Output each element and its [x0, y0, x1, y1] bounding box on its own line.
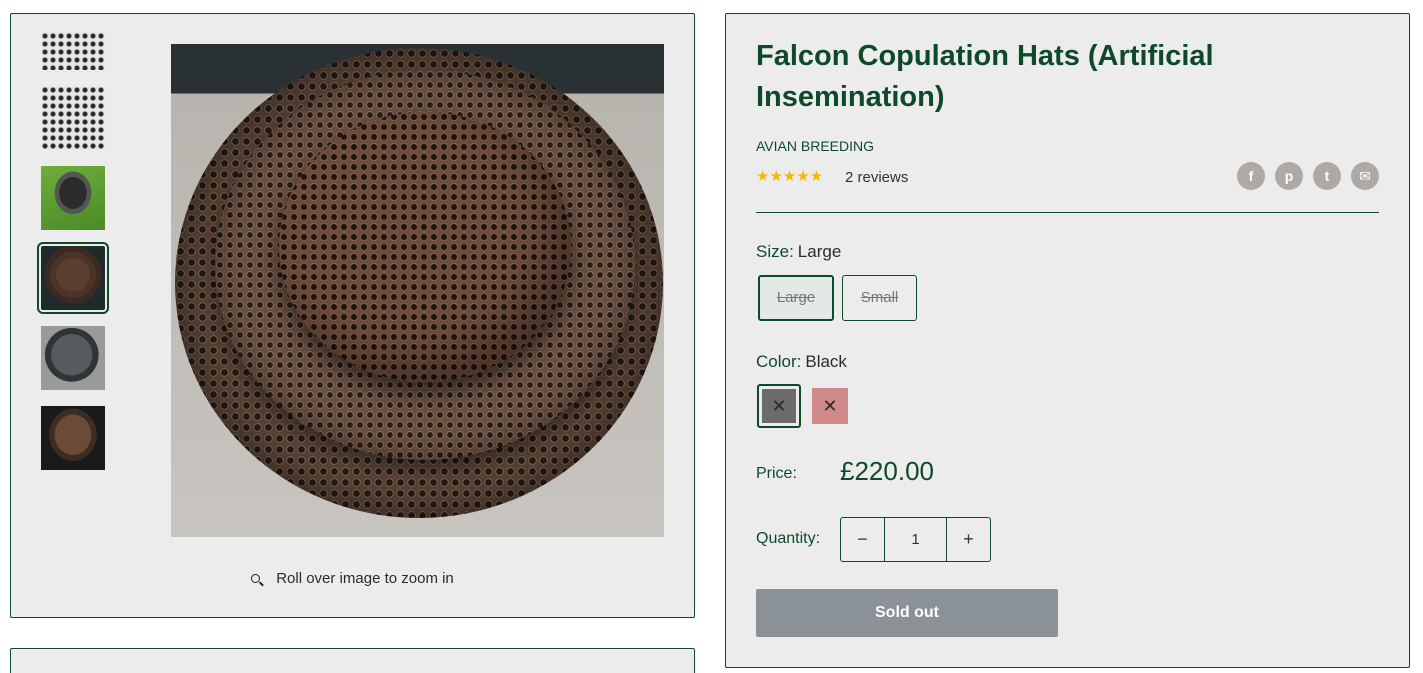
- color-swatch-black[interactable]: ✕: [757, 384, 801, 428]
- size-option-large[interactable]: Large: [758, 275, 834, 321]
- thumbnail-1[interactable]: [41, 32, 105, 70]
- email-icon[interactable]: ✉: [1351, 162, 1379, 190]
- thumbnail-5[interactable]: [41, 326, 105, 390]
- vendor-link[interactable]: AVIAN BREEDING: [756, 138, 874, 154]
- twitter-icon[interactable]: t: [1313, 162, 1341, 190]
- product-title: Falcon Copulation Hats (Artificial Insem…: [756, 40, 1214, 113]
- size-label-text: Size:: [756, 242, 794, 261]
- rating-stars[interactable]: ★★★★★: [756, 167, 823, 185]
- quantity-label: Quantity:: [756, 530, 821, 547]
- product-info: Falcon Copulation Hats (Artificial Insem…: [725, 13, 1410, 668]
- thumbnail-6[interactable]: [41, 406, 105, 470]
- hat-crown: [279, 112, 571, 382]
- color-selected: Black: [805, 352, 847, 371]
- reviews-link[interactable]: 2 reviews: [845, 169, 908, 186]
- quantity-input[interactable]: 1: [884, 518, 947, 561]
- thumbnail-4[interactable]: [37, 242, 109, 314]
- color-swatch-pink[interactable]: ✕: [812, 388, 848, 424]
- color-label: Color: Black: [756, 352, 847, 372]
- thumbnail-3[interactable]: [41, 166, 105, 230]
- product-gallery: Roll over image to zoom in: [10, 13, 695, 618]
- zoom-hint: Roll over image to zoom in: [11, 570, 694, 587]
- size-selected: Large: [797, 242, 842, 261]
- magnifier-icon: [251, 574, 261, 583]
- unavailable-x-icon: ✕: [762, 389, 796, 423]
- secondary-panel: [10, 648, 695, 673]
- pinterest-icon[interactable]: p: [1275, 162, 1303, 190]
- size-label: Size: Large: [756, 242, 841, 262]
- color-label-text: Color:: [756, 352, 802, 371]
- sold-out-button[interactable]: Sold out: [756, 589, 1058, 637]
- thumbnail-2[interactable]: [41, 86, 105, 150]
- main-product-image[interactable]: [171, 44, 664, 537]
- unavailable-x-icon: ✕: [812, 388, 848, 424]
- size-option-small[interactable]: Small: [842, 275, 917, 321]
- decrease-quantity-button[interactable]: −: [841, 518, 884, 561]
- zoom-hint-text: Roll over image to zoom in: [276, 570, 454, 587]
- quantity-stepper: − 1 +: [840, 517, 991, 562]
- price-value: £220.00: [840, 456, 934, 486]
- increase-quantity-button[interactable]: +: [947, 518, 990, 561]
- divider: [756, 212, 1379, 213]
- facebook-icon[interactable]: f: [1237, 162, 1265, 190]
- price-label: Price:: [756, 465, 797, 482]
